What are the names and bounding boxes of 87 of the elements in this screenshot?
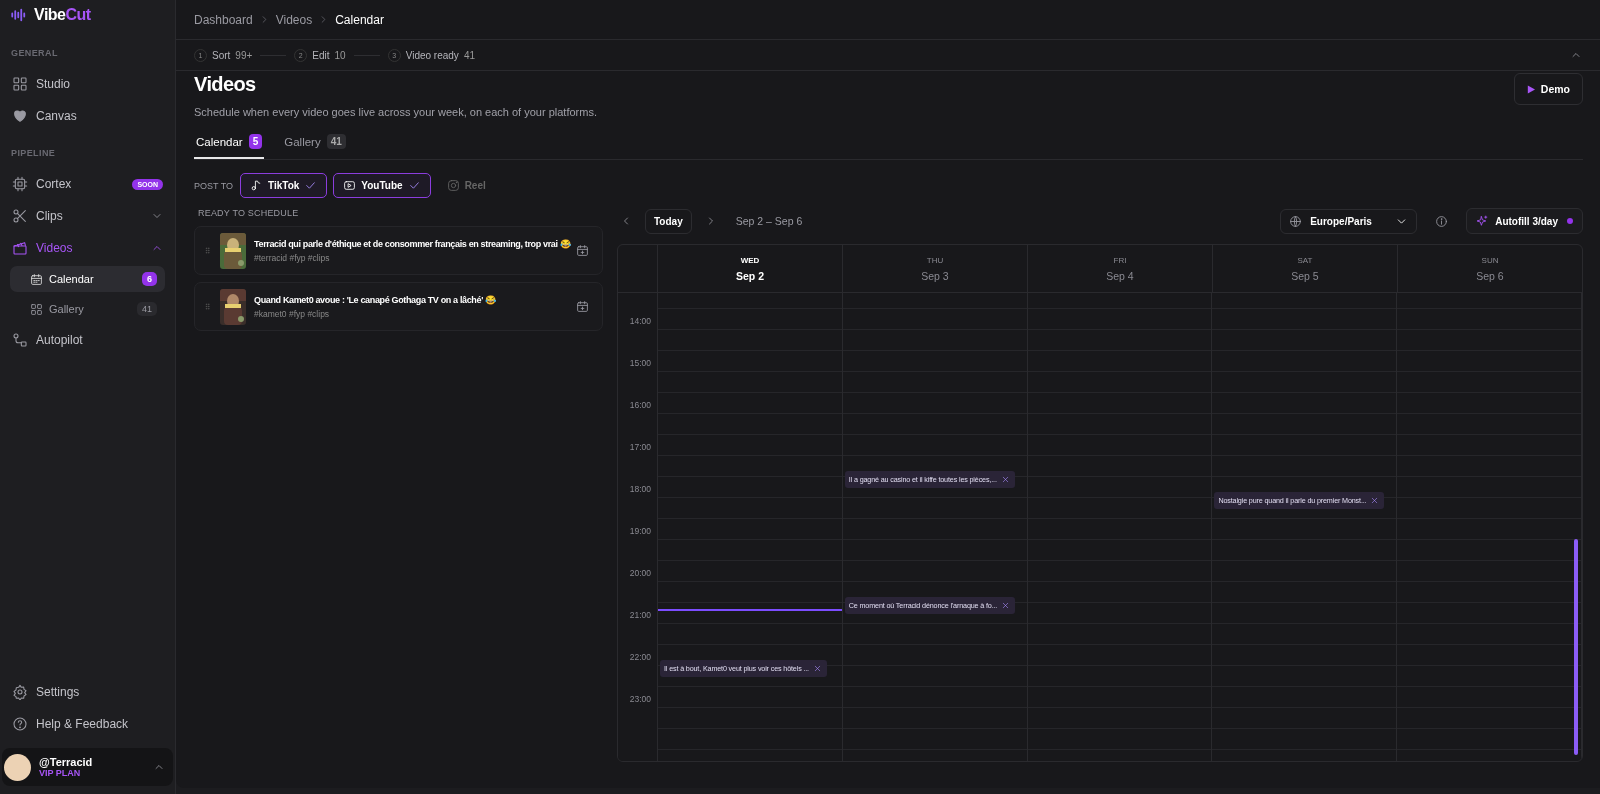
workflow-icon xyxy=(12,332,28,348)
breadcrumb-link[interactable]: Videos xyxy=(275,12,313,27)
platform-toggle[interactable]: YouTube xyxy=(333,173,431,198)
platform-toggle[interactable]: TikTok xyxy=(240,173,328,198)
calendar-add-icon[interactable] xyxy=(576,244,589,257)
date-label: Sep 3 xyxy=(921,269,949,282)
section-label: PIPELINE xyxy=(10,148,57,158)
user-card[interactable]: @Terracid VIP PLAN xyxy=(2,748,173,786)
grid-icon xyxy=(12,76,28,92)
section-label: GENERAL xyxy=(10,48,59,58)
check-icon xyxy=(407,179,421,192)
video-title: Quand Kamet0 avoue : 'Le canapé Gothaga TV on a lâché' 😂 xyxy=(254,294,497,305)
scissors-icon xyxy=(12,208,28,224)
nav-item[interactable]: Clips xyxy=(10,200,165,232)
time-label: 17:00 xyxy=(629,441,651,452)
autofill-button[interactable]: Autofill 3/day xyxy=(1466,208,1583,234)
nav-item[interactable]: Autopilot xyxy=(10,324,165,356)
weekday-label: WED xyxy=(740,255,760,265)
demo-button[interactable]: Demo xyxy=(1513,73,1583,105)
time-label: 22:00 xyxy=(629,651,651,662)
play-icon xyxy=(1526,84,1535,94)
check-icon xyxy=(304,179,318,192)
grid-icon xyxy=(30,302,43,316)
nav-subitem[interactable]: Gallery 41 xyxy=(10,296,165,322)
clapperboard-icon xyxy=(12,240,28,256)
time-label: 16:00 xyxy=(629,399,651,410)
avatar xyxy=(4,753,31,781)
weekday-label: SUN xyxy=(1481,255,1499,265)
weekday-label: THU xyxy=(926,255,944,265)
page-subtitle: Schedule when every video goes live across your week, on each of your platforms. xyxy=(194,106,597,118)
video-tags: #kamet0 #fyp #clips xyxy=(254,308,568,319)
section-label: READY TO SCHEDULE xyxy=(198,208,300,218)
video-tags: #terracid #fyp #clips xyxy=(254,252,568,263)
nav-item[interactable]: Canvas xyxy=(10,100,165,132)
nav-item[interactable]: Videos xyxy=(10,232,165,264)
chip-icon xyxy=(12,176,28,192)
calendar-add-icon[interactable] xyxy=(576,300,589,313)
breadcrumb-link[interactable]: Calendar xyxy=(335,12,384,27)
video-card[interactable]: Terracid qui parle d'éthique et de consommer français en streaming, trop vrai 😂 #terracid #fyp #clips xyxy=(194,226,603,275)
drag-handle-icon[interactable] xyxy=(203,245,212,256)
breadcrumb-link[interactable]: Dashboard xyxy=(194,12,253,27)
time-label: 14:00 xyxy=(629,315,651,326)
close-icon[interactable] xyxy=(812,663,822,673)
brand-name: VibeCut xyxy=(34,6,91,24)
camera-icon xyxy=(446,179,460,192)
logo-icon xyxy=(10,6,28,24)
date-label: Sep 4 xyxy=(1106,269,1134,282)
play-box-icon xyxy=(343,179,357,192)
time-label: 18:00 xyxy=(629,483,651,494)
date-label: Sep 5 xyxy=(1291,269,1319,282)
calendar-icon xyxy=(30,272,43,286)
weekday-label: SAT xyxy=(1297,255,1313,265)
settings-icon xyxy=(12,684,28,700)
time-label: 23:00 xyxy=(629,693,651,704)
date-label: Sep 2 xyxy=(736,269,764,282)
drag-handle-icon[interactable] xyxy=(203,301,212,312)
count-badge: 41 xyxy=(137,302,157,316)
heart-icon xyxy=(12,108,28,124)
user-handle: @Terracid xyxy=(39,756,94,768)
info-icon[interactable] xyxy=(1435,214,1449,228)
time-label: 19:00 xyxy=(629,525,651,536)
date-label: Sep 6 xyxy=(1476,269,1504,282)
nav-item[interactable]: Help & Feedback xyxy=(10,708,165,740)
sparkle-icon xyxy=(1476,214,1490,228)
nav-item[interactable]: Settings xyxy=(10,676,165,708)
help-icon xyxy=(12,716,28,732)
plan-label: VIP PLAN xyxy=(39,768,82,778)
nav-item[interactable]: Studio xyxy=(10,68,165,100)
music-note-icon xyxy=(250,179,263,192)
post-to-label: POST TO xyxy=(194,180,233,191)
close-icon[interactable] xyxy=(1001,600,1011,610)
count-badge: 6 xyxy=(142,272,157,286)
page-title: Videos xyxy=(194,73,257,96)
weekday-label: FRI xyxy=(1113,255,1127,265)
globe-icon xyxy=(1289,214,1303,228)
video-card[interactable]: Quand Kamet0 avoue : 'Le canapé Gothaga TV on a lâché' 😂 #kamet0 #fyp #clips xyxy=(194,282,603,331)
close-icon[interactable] xyxy=(1000,474,1010,484)
today-button[interactable]: Today xyxy=(645,208,692,234)
nav-subitem[interactable]: Calendar 6 xyxy=(10,266,165,292)
close-icon[interactable] xyxy=(1370,495,1380,505)
timezone-select[interactable]: Europe/Paris xyxy=(1280,208,1418,234)
tab[interactable]: Gallery 41 xyxy=(282,132,348,159)
tab[interactable]: Calendar 5 xyxy=(194,132,265,159)
time-label: 20:00 xyxy=(629,567,651,578)
date-range: Sep 2 – Sep 6 xyxy=(735,215,803,227)
time-label: 15:00 xyxy=(629,357,651,368)
time-label: 21:00 xyxy=(629,609,651,620)
